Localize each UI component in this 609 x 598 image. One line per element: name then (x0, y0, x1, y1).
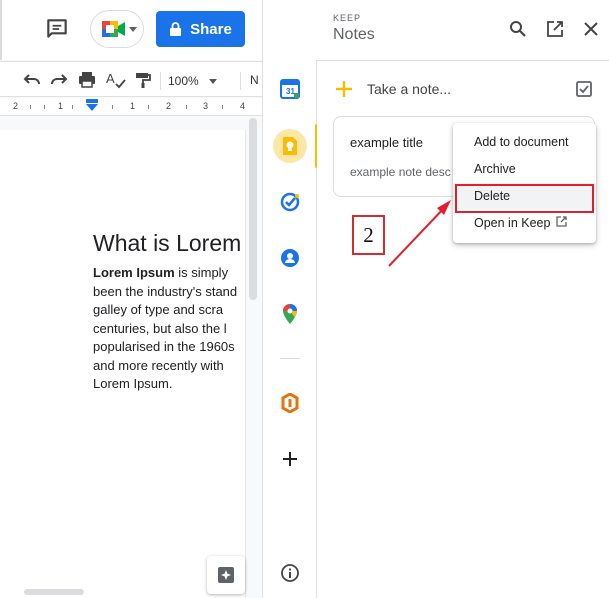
panel-title: Notes (333, 26, 375, 43)
topbar-divider (0, 0, 2, 60)
document-page[interactable]: What is Lorem Lorem Ipsum is simply been… (0, 130, 246, 598)
ruler-tick (186, 105, 187, 109)
ruler-number: 1 (130, 101, 136, 111)
take-note-input[interactable]: Take a note... (333, 76, 599, 102)
paragraph-line: and more recently with (93, 357, 224, 373)
vertical-scrollbar[interactable] (249, 118, 257, 300)
office-addon-icon[interactable] (273, 386, 307, 420)
toolbar-divider (240, 72, 241, 90)
delete-highlight-box (455, 184, 594, 213)
menu-item-open-in-keep[interactable]: Open in Keep (453, 210, 596, 236)
bold-lead: Lorem Ipsum (93, 265, 175, 280)
ruler-tick (222, 105, 223, 109)
comment-history-icon[interactable] (44, 16, 70, 42)
contacts-icon[interactable] (273, 241, 307, 275)
ruler-tick (44, 105, 45, 109)
lock-icon (169, 22, 182, 36)
zoom-select[interactable]: 100% (168, 71, 230, 91)
ruler-number: 1 (58, 101, 64, 111)
open-in-new-tab-icon[interactable] (544, 18, 566, 40)
menu-item-add-to-document[interactable]: Add to document (453, 129, 596, 155)
search-icon[interactable] (507, 18, 529, 40)
note-description: example note desc (350, 165, 451, 179)
rail-header-spacer (262, 0, 317, 60)
tasks-icon[interactable] (273, 185, 307, 219)
note-context-menu: Add to document Archive Delete Open in K… (453, 123, 596, 243)
take-note-placeholder: Take a note... (367, 81, 452, 97)
ruler-number: 2 (166, 101, 172, 111)
meet-button[interactable] (90, 10, 144, 48)
paragraph-line: been the industry's stand (93, 283, 238, 299)
paragraph-line: Lorem Ipsum is simply (93, 264, 262, 283)
svg-text:A: A (106, 71, 115, 86)
external-link-icon (556, 216, 568, 230)
panel-header-divider (317, 60, 609, 61)
chevron-down-icon (208, 78, 217, 84)
ruler-tick (112, 105, 113, 109)
svg-text:31: 31 (286, 87, 295, 96)
maps-icon[interactable] (273, 297, 307, 331)
annotation-arrow-icon (388, 200, 451, 267)
explore-button[interactable] (207, 556, 245, 594)
ruler-tick (30, 105, 31, 109)
chevron-down-icon (129, 27, 137, 32)
step-number-label: 2 (352, 215, 385, 255)
close-icon[interactable] (580, 18, 602, 40)
paint-format-icon[interactable] (133, 70, 153, 90)
docs-topbar: Share B (0, 0, 262, 60)
paragraph-line: galley of type and scra (93, 302, 224, 317)
ruler-tick (72, 105, 73, 109)
paragraph-line: centuries, but also the l (93, 320, 227, 336)
side-panel-rail: 31 (262, 60, 318, 598)
zoom-value: 100% (168, 74, 199, 88)
explore-icon (218, 567, 234, 583)
paragraph-line-rest: is simply (174, 265, 229, 280)
note-title: example title (350, 135, 423, 150)
paragraph-style-select[interactable]: N (250, 73, 259, 87)
spellcheck-icon[interactable]: A (105, 70, 126, 90)
calendar-icon[interactable]: 31 (273, 72, 307, 106)
new-list-icon[interactable] (575, 80, 593, 103)
print-icon[interactable] (77, 70, 97, 90)
add-addon-icon[interactable] (273, 442, 307, 476)
rail-divider (280, 358, 300, 359)
share-button[interactable]: Share (156, 11, 245, 47)
menu-item-archive[interactable]: Archive (453, 156, 596, 182)
indent-marker-icon[interactable] (84, 99, 100, 111)
menu-item-label: Open in Keep (474, 216, 551, 230)
ruler-tick (148, 105, 149, 109)
paragraph-line: Lorem Ipsum. (93, 376, 173, 391)
ruler-number: 3 (203, 101, 209, 111)
toolbar-divider (160, 72, 161, 90)
paragraph-line: popularised in the 1960s (93, 339, 235, 354)
keep-panel: KEEP Notes Take a note... example title … (317, 0, 609, 598)
share-label: Share (190, 20, 232, 38)
undo-icon[interactable] (22, 70, 42, 90)
document-paragraph: Lorem Ipsum is simply been the industry'… (93, 264, 262, 394)
keep-icon[interactable] (273, 129, 307, 163)
docs-editor: Share B A 100% N 2 1 (0, 0, 262, 598)
ruler-number: 2 (13, 101, 19, 111)
ruler[interactable]: 2 1 1 2 3 4 (0, 98, 262, 116)
horizontal-scrollbar[interactable] (24, 589, 84, 595)
ruler-number: 4 (240, 101, 246, 111)
plus-icon (333, 78, 355, 100)
meet-icon (101, 19, 127, 44)
docs-toolbar: A 100% N (0, 61, 262, 97)
redo-icon[interactable] (49, 70, 69, 90)
document-heading: What is Lorem (93, 230, 242, 256)
panel-eyebrow: KEEP (333, 13, 362, 23)
info-icon[interactable] (273, 556, 307, 590)
